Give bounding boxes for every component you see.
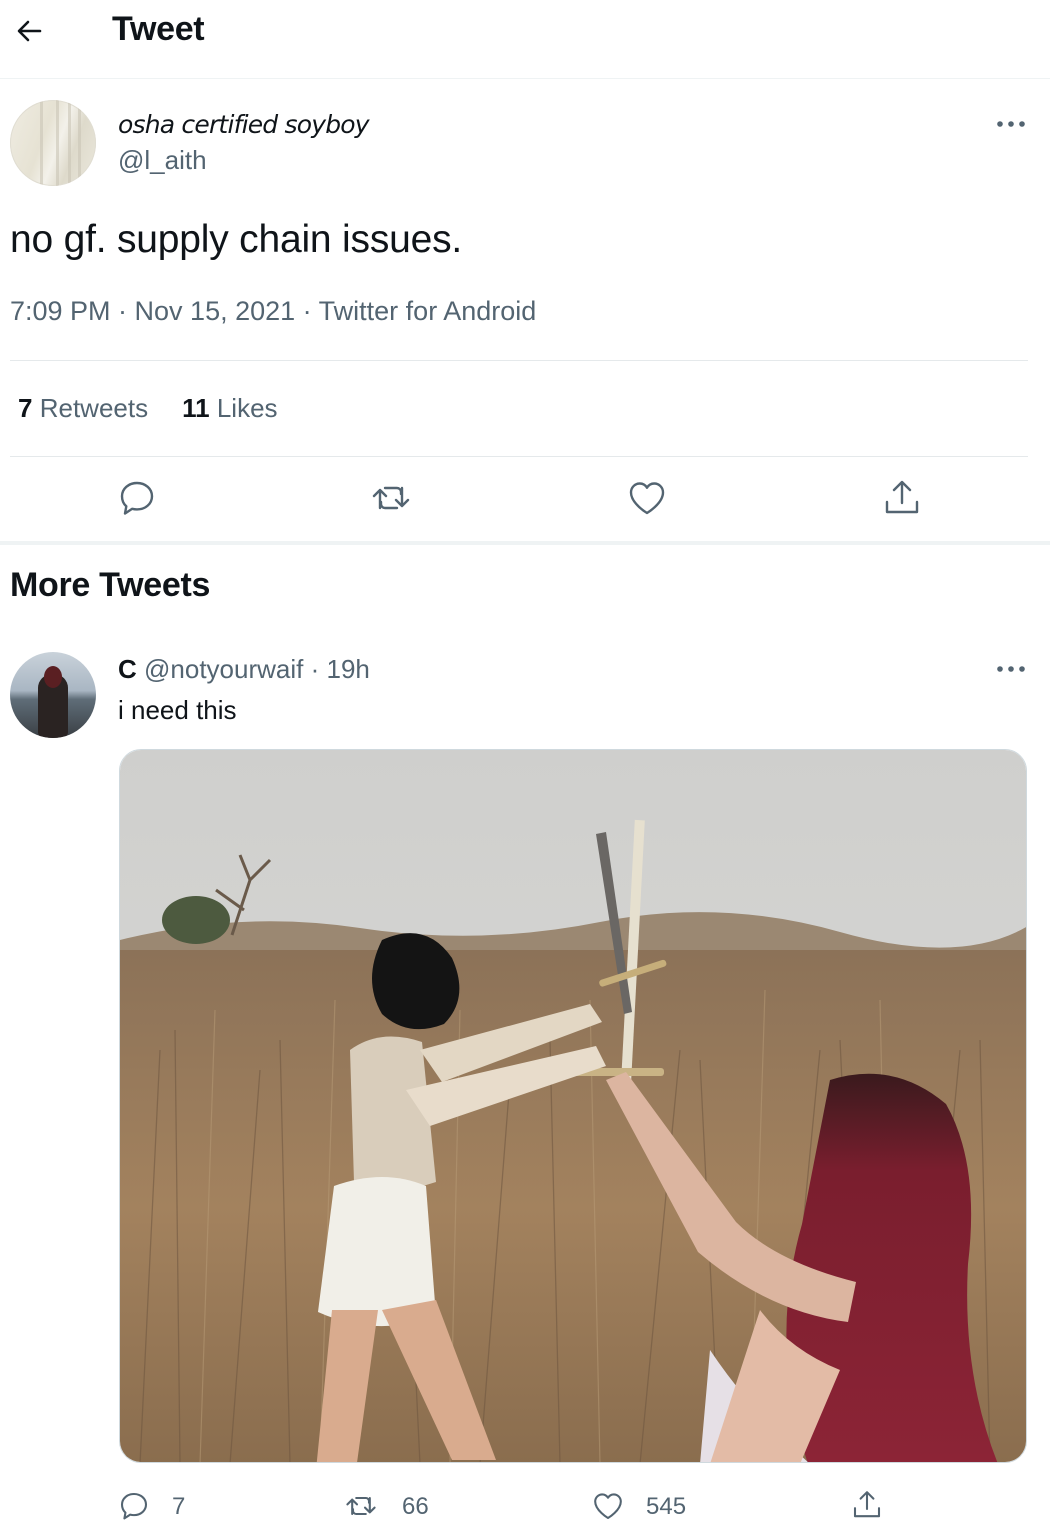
author-handle[interactable]: @l_aith xyxy=(118,145,207,176)
avatar[interactable] xyxy=(10,652,96,738)
tweet-timestamp[interactable]: 7:09 PM · Nov 15, 2021 · Twitter for And… xyxy=(10,296,536,327)
reply-count: 7 xyxy=(172,1493,186,1520)
author-handle[interactable]: @notyourwaif xyxy=(144,654,303,684)
reply-icon[interactable] xyxy=(117,478,157,518)
page-title: Tweet xyxy=(112,10,205,48)
more-icon[interactable] xyxy=(994,114,1028,134)
tweet-photo[interactable] xyxy=(119,749,1027,1463)
divider xyxy=(10,456,1028,457)
divider xyxy=(10,360,1028,361)
like-icon[interactable] xyxy=(592,1490,624,1522)
retweets-stat[interactable]: 7 Retweets xyxy=(18,393,148,423)
retweet-icon[interactable] xyxy=(344,1490,378,1522)
like-count: 545 xyxy=(646,1493,687,1520)
more-icon[interactable] xyxy=(994,659,1028,679)
like-icon[interactable] xyxy=(627,478,667,518)
retweet-count: 66 xyxy=(402,1493,429,1520)
avatar[interactable] xyxy=(10,100,96,186)
header-divider xyxy=(0,78,1050,79)
section-divider xyxy=(0,541,1050,545)
share-icon[interactable] xyxy=(882,478,922,518)
back-arrow-icon[interactable] xyxy=(12,14,46,48)
likes-stat[interactable]: 11 Likes xyxy=(182,393,277,423)
section-heading: More Tweets xyxy=(10,566,211,604)
reply-icon[interactable] xyxy=(118,1490,150,1522)
author-display-name[interactable]: C xyxy=(118,654,137,684)
retweet-icon[interactable] xyxy=(371,478,411,518)
tweet-header: C @notyourwaif · 19h xyxy=(118,654,370,685)
tweet-text: i need this xyxy=(118,695,237,725)
tweet-stats: 7 Retweets 11 Likes xyxy=(18,393,278,424)
author-display-name[interactable]: osha certified soyboy xyxy=(118,110,370,139)
tweet-time[interactable]: · 19h xyxy=(311,654,370,684)
share-icon[interactable] xyxy=(851,1488,883,1522)
tweet-text: no gf. supply chain issues. xyxy=(10,218,463,261)
